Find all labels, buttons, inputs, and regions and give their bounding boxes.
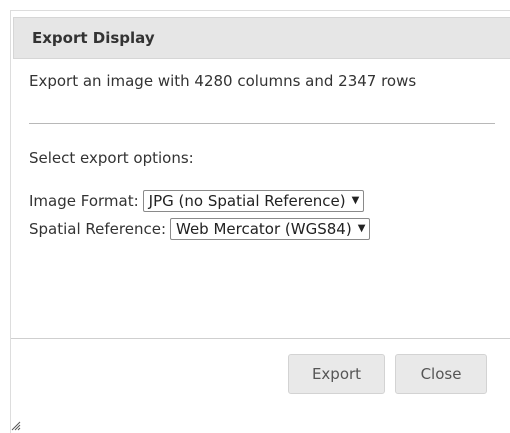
export-options-heading: Select export options: [29, 149, 194, 167]
dialog-title: Export Display [32, 29, 155, 47]
resize-grip-icon[interactable] [11, 421, 21, 431]
close-button[interactable]: Close [395, 354, 487, 394]
spatial-reference-value: Web Mercator (WGS84) [176, 220, 352, 238]
export-dialog: Export Display Export an image with 4280… [10, 10, 510, 433]
export-button[interactable]: Export [288, 354, 385, 394]
spatial-reference-label: Spatial Reference: [29, 220, 166, 238]
image-format-select[interactable]: JPG (no Spatial Reference) ▼ [142, 190, 365, 212]
spatial-reference-row: Spatial Reference: Web Mercator (WGS84) ▼ [29, 218, 371, 240]
chevron-down-icon: ▼ [351, 195, 360, 206]
spatial-reference-select[interactable]: Web Mercator (WGS84) ▼ [170, 218, 371, 240]
chevron-down-icon: ▼ [357, 223, 366, 234]
dialog-titlebar[interactable]: Export Display [13, 17, 510, 59]
image-format-label: Image Format: [29, 192, 139, 210]
image-format-value: JPG (no Spatial Reference) [148, 192, 346, 210]
button-pane-divider [11, 338, 510, 339]
export-info-text: Export an image with 4280 columns and 23… [29, 72, 417, 90]
image-format-row: Image Format: JPG (no Spatial Reference) ▼ [29, 190, 365, 212]
divider [29, 123, 495, 124]
